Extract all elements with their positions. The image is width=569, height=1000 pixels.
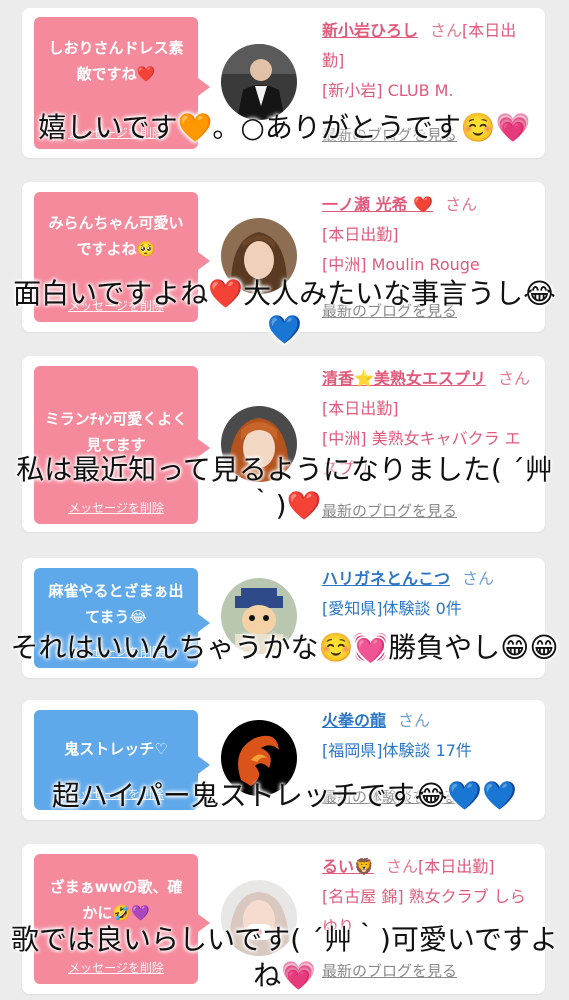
user-info: 火拳の龍 さん [福岡県]体験談 17件 [322,706,534,766]
shop-location[interactable]: [中洲] Moulin Rouge [322,255,480,274]
review-info[interactable]: [福岡県]体験談 17件 [322,741,472,760]
message-text: ミランﾁｬﾝ可愛くよく見てます [44,410,188,454]
shop-location[interactable]: [新小岩] CLUB M. [322,81,454,100]
user-info: 一ノ瀬 光希 ❤️ さん [本日出勤] [中洲] Moulin Rouge [322,190,534,280]
overlay-caption: 私は最近知って見るようになりました( ´艸｀)❤️ [16,453,553,522]
message-text: みらんちゃん可愛いですよね🥺 [48,214,184,258]
san-label: さん [398,711,431,730]
avatar[interactable] [221,44,297,120]
user-name-link[interactable]: 火拳の龍 [322,711,386,730]
message-text: しおりさんドレス素敵ですね❤️ [48,39,184,83]
user-name-link[interactable]: 新小岩ひろし [322,21,418,40]
user-info: 新小岩ひろし さん[本日出勤] [新小岩] CLUB M. [322,16,534,106]
overlay-caption: 超ハイパー鬼ストレッチです😂💙💙 [51,779,518,812]
review-info[interactable]: [愛知県]体験談 0件 [322,599,462,618]
overlay-caption: 歌では良いらしいです( ´艸｀)可愛いですよね💗 [10,923,559,992]
user-name-link[interactable]: ハリガネとんこつ [322,569,450,588]
overlay-caption: 面白いですよね❤️大人みたいな事言うし😂💙 [13,277,556,346]
user-name-link[interactable]: るい🦁 [322,857,374,876]
user-info: ハリガネとんこつ さん [愛知県]体験談 0件 [322,564,534,624]
san-label: さん [385,857,418,876]
work-status: [本日出勤] [322,399,399,418]
overlay-caption: それはいいんちゃうかな☺️💓勝負やし😁😁 [10,631,559,664]
message-text: 麻雀やるとざまぁ出てまう😂 [48,582,184,626]
san-label: さん [497,369,530,388]
san-label: さん [445,195,478,214]
message-text: ざまぁwwの歌、確かに🤣💜 [49,878,183,922]
user-name-link[interactable]: 一ノ瀬 光希 ❤️ [322,195,433,214]
message-text: 鬼ストレッチ♡ [64,740,168,758]
work-status: [本日出勤] [417,857,495,876]
san-label: さん [462,569,495,588]
san-label: さん [430,21,463,40]
work-status: [本日出勤] [322,225,399,244]
overlay-caption: 嬉しいです🧡。○ありがとうです☺️💗 [38,111,531,144]
user-name-link[interactable]: 清香⭐美熟女エスプリ [322,369,486,388]
